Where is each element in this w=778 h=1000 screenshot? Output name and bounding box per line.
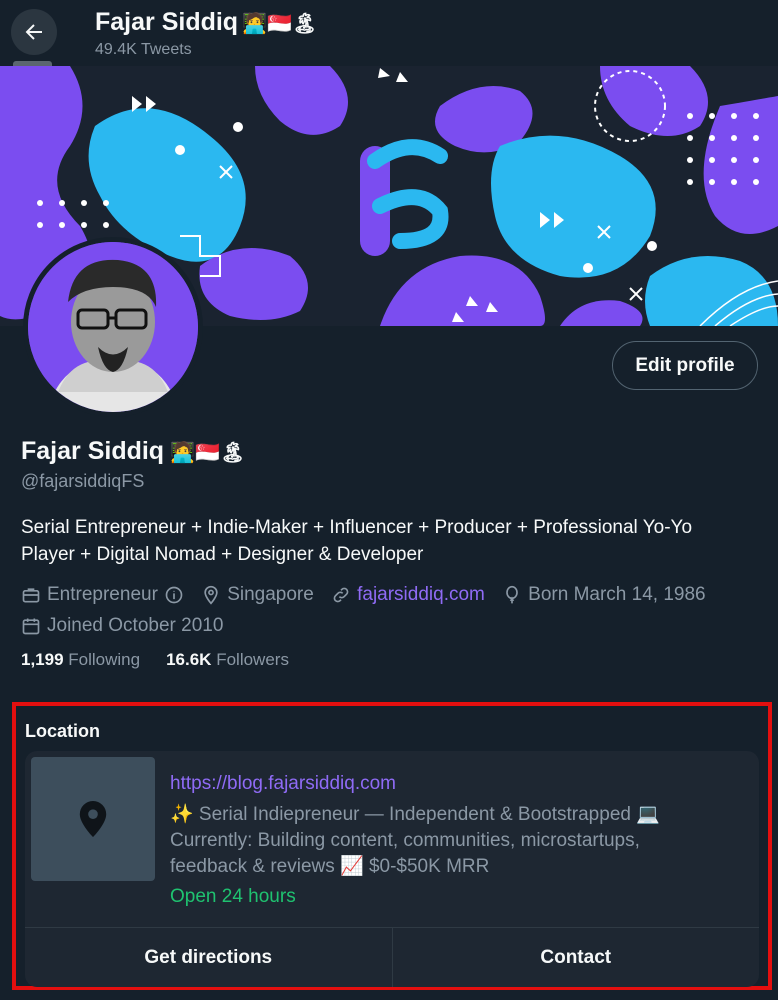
top-bar: Fajar Siddiq 🧑‍💻🇸🇬🏝 49.4K Tweets <box>0 0 778 66</box>
bio-line: Serial Entrepreneur + Indie-Maker + Infl… <box>21 517 693 538</box>
location-url-link[interactable]: https://blog.fajarsiddiq.com <box>170 773 396 795</box>
info-icon[interactable] <box>164 585 184 605</box>
open-hours-status: Open 24 hours <box>170 886 296 907</box>
map-thumbnail[interactable] <box>31 757 155 881</box>
location-module-title: Location <box>25 721 100 741</box>
category-text: Entrepreneur <box>47 584 158 605</box>
edit-profile-button[interactable]: Edit profile <box>612 341 758 390</box>
follow-stats: 1,199 Following 16.6K Followers <box>21 650 289 670</box>
tweet-count: 49.4K Tweets <box>95 41 192 58</box>
following-label: Following <box>68 650 141 669</box>
meta-category: Entrepreneur <box>21 582 184 608</box>
location-card: https://blog.fajarsiddiq.com ✨ Serial In… <box>25 751 759 987</box>
description-line: feedback & reviews 📈 $0-$50K MRR <box>170 856 490 877</box>
header-title: Fajar Siddiq 🧑‍💻🇸🇬🏝 <box>95 8 317 37</box>
link-icon <box>333 587 349 603</box>
profile-name-row: Fajar Siddiq 🧑‍💻🇸🇬🏝 <box>21 437 245 466</box>
meta-website: fajarsiddiq.com <box>331 582 485 608</box>
profile-name: Fajar Siddiq <box>21 437 165 465</box>
description-line: Currently: Building content, communities… <box>170 830 640 851</box>
meta-location: Singapore <box>201 582 314 608</box>
get-directions-button[interactable]: Get directions <box>25 928 392 987</box>
balloon-icon <box>506 585 518 604</box>
followers-label: Followers <box>216 650 289 669</box>
briefcase-icon <box>22 588 40 603</box>
location-text: Singapore <box>227 584 314 605</box>
calendar-icon <box>22 618 40 635</box>
location-module-highlight: Location https://blog.fajarsiddiq.com ✨ … <box>12 702 772 990</box>
map-pin-icon <box>79 801 107 837</box>
location-description: ✨ Serial Indiepreneur — Independent & Bo… <box>170 802 730 880</box>
profile-bio: Serial Entrepreneur + Indie-Maker + Infl… <box>21 514 761 568</box>
meta-birthday: Born March 14, 1986 <box>502 582 706 608</box>
contact-button[interactable]: Contact <box>391 928 760 987</box>
following-link[interactable]: 1,199 Following <box>21 650 140 670</box>
location-pin-icon <box>204 585 218 605</box>
avatar[interactable] <box>23 237 203 417</box>
location-actions: Get directions Contact <box>25 927 759 987</box>
avatar-illustration <box>28 242 198 412</box>
emoji-decoration: 🧑‍💻🇸🇬🏝 <box>242 10 318 35</box>
meta-joined: Joined October 2010 <box>21 613 223 639</box>
website-link[interactable]: fajarsiddiq.com <box>357 582 485 608</box>
description-line: ✨ Serial Indiepreneur — Independent & Bo… <box>170 804 660 825</box>
profile-meta: Entrepreneur Singapore fajarsiddiq.com B… <box>21 582 761 644</box>
back-button[interactable] <box>11 9 57 55</box>
joined-text: Joined October 2010 <box>47 615 224 636</box>
followers-link[interactable]: 16.6K Followers <box>166 650 289 670</box>
header-name: Fajar Siddiq <box>95 8 239 36</box>
followers-count: 16.6K <box>166 650 212 669</box>
emoji-decoration: 🧑‍💻🇸🇬🏝 <box>170 439 246 464</box>
birthday-text: Born March 14, 1986 <box>528 584 706 605</box>
profile-handle: @fajarsiddiqFS <box>21 471 145 491</box>
bio-line: Player + Digital Nomad + Designer & Deve… <box>21 544 424 565</box>
following-count: 1,199 <box>21 650 64 669</box>
arrow-left-icon <box>25 24 42 40</box>
